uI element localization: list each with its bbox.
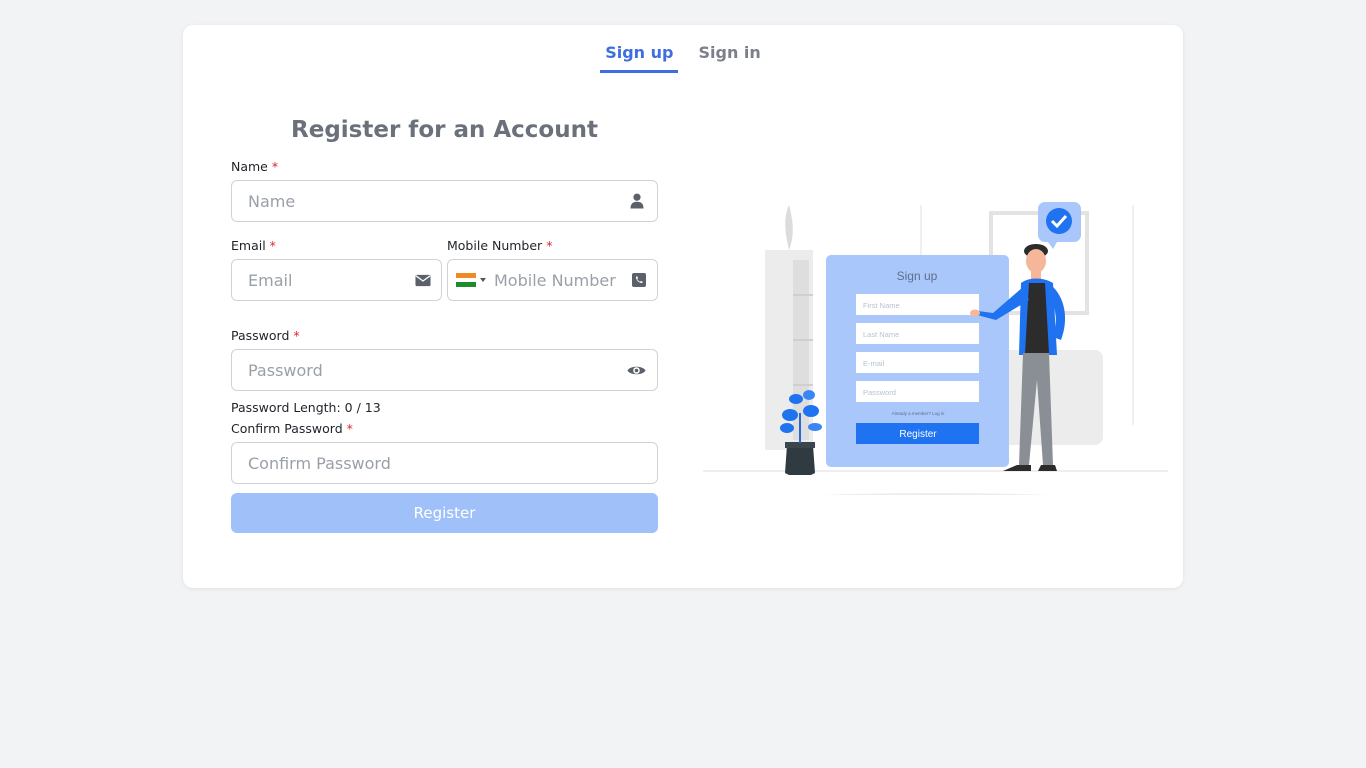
register-card: Sign up Sign in Register for an Account … <box>183 25 1183 588</box>
confirm-password-input[interactable] <box>232 443 657 483</box>
illustration-link-text: Already a member? Log in <box>892 411 945 416</box>
email-field-wrap <box>231 259 442 301</box>
illustration-field-label: Password <box>863 388 896 397</box>
required-mark: * <box>269 238 276 253</box>
email-input[interactable] <box>232 260 441 300</box>
illustration-field-label: E-mail <box>863 359 885 368</box>
name-field-wrap <box>231 180 658 222</box>
email-column: Email * <box>231 238 442 301</box>
user-icon <box>629 193 645 209</box>
password-input[interactable] <box>232 350 657 390</box>
email-label: Email * <box>231 238 276 253</box>
eye-icon[interactable] <box>626 362 646 378</box>
mobile-label: Mobile Number * <box>447 238 553 253</box>
name-label: Name * <box>231 159 279 174</box>
checkmark-icon <box>1046 208 1072 234</box>
register-button[interactable]: Register <box>231 493 658 533</box>
page-title: Register for an Account <box>291 117 598 143</box>
required-mark: * <box>271 159 279 174</box>
required-mark: * <box>293 328 300 343</box>
envelope-icon <box>415 272 431 288</box>
signup-illustration: Sign up First Name Last Name E-mail Pass… <box>703 202 1168 495</box>
confirm-password-label: Confirm Password * <box>231 421 353 436</box>
password-label: Password * <box>231 328 300 343</box>
tab-sign-in[interactable]: Sign in <box>693 41 765 73</box>
illustration-card-title: Sign up <box>897 269 938 283</box>
auth-tabs: Sign up Sign in <box>183 41 1183 73</box>
illustration-field-label: Last Name <box>863 330 899 339</box>
required-mark: * <box>346 421 353 436</box>
tab-sign-up[interactable]: Sign up <box>600 41 679 73</box>
confirm-password-field-wrap <box>231 442 658 484</box>
mobile-column: Mobile Number * <box>447 238 658 301</box>
password-field-wrap <box>231 349 658 391</box>
required-mark: * <box>546 238 553 253</box>
country-code-selector[interactable] <box>448 260 486 300</box>
phone-icon <box>631 272 647 288</box>
illustration-field-label: First Name <box>863 301 900 310</box>
illustration-button-label: Register <box>899 429 937 440</box>
india-flag-icon <box>456 273 476 288</box>
name-input[interactable] <box>232 181 657 221</box>
register-form: Register for an Account Name * Email * M… <box>231 117 658 533</box>
password-length-counter: Password Length: 0 / 13 <box>231 400 381 415</box>
mobile-field-wrap <box>447 259 658 301</box>
